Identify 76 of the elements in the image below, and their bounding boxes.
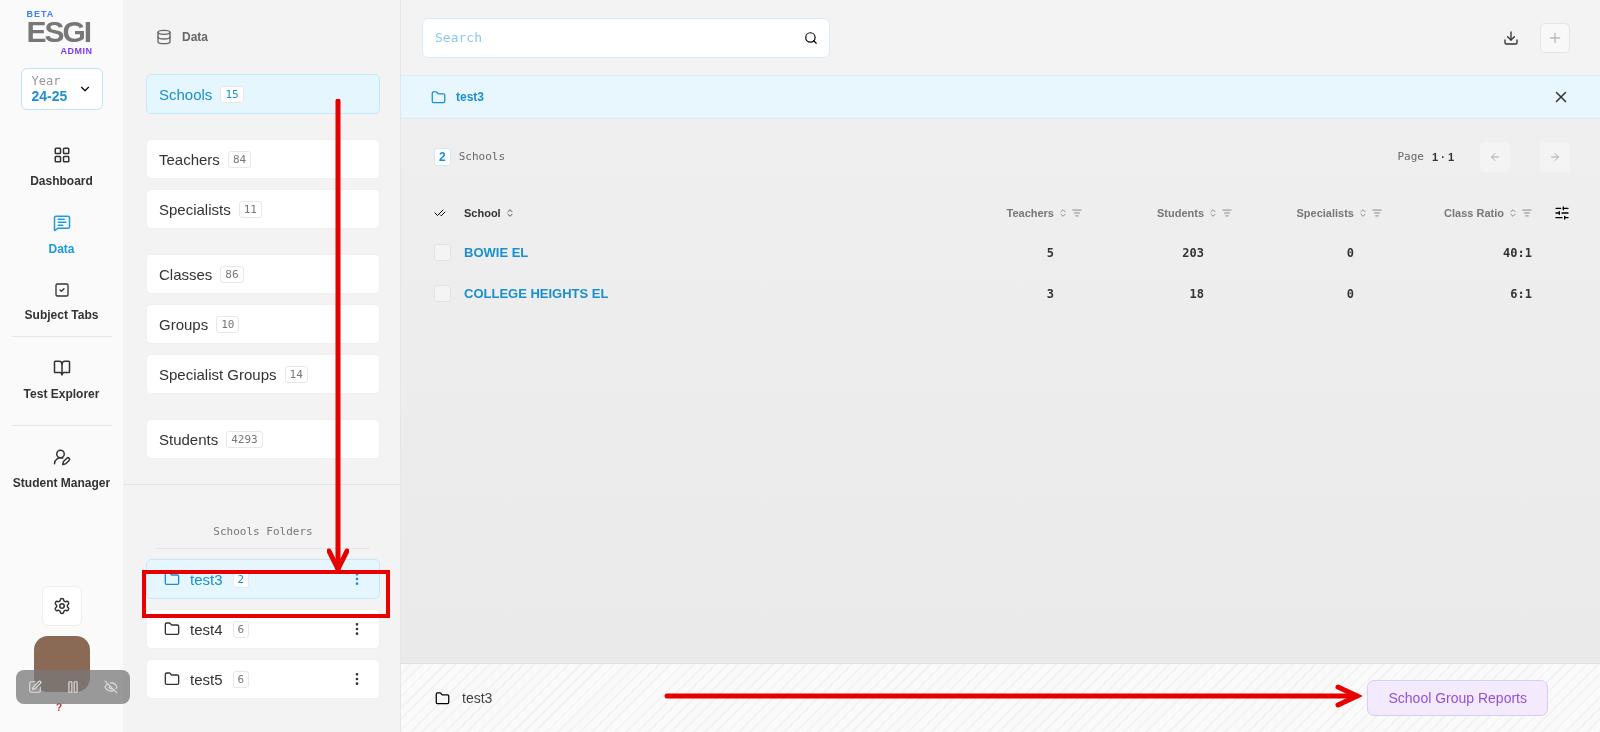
pause-icon <box>66 680 80 694</box>
sort-icon <box>1208 208 1218 218</box>
user-list-icon <box>52 448 71 466</box>
year-select[interactable]: Year 24-25 <box>20 68 103 110</box>
table-cell-text: 18 <box>1188 286 1205 301</box>
table-cell-text: 3 <box>1045 286 1055 301</box>
table-cell-text: 40:1 <box>1502 245 1532 260</box>
help-mark[interactable]: ? <box>56 702 63 713</box>
column-header[interactable]: Specialists <box>1232 207 1382 219</box>
database-icon <box>156 29 172 45</box>
count-badge: 6 <box>232 620 250 638</box>
column-header[interactable]: Class Ratio <box>1382 207 1532 219</box>
select-all-icon[interactable] <box>434 207 446 219</box>
settings-button[interactable] <box>41 586 82 626</box>
checkbox-icon <box>53 282 70 298</box>
logo: BETA ESGI ADMIN <box>26 10 94 56</box>
folder-name: test3 <box>462 690 493 706</box>
folder-icon <box>431 89 446 105</box>
column-header[interactable]: Students <box>1082 207 1232 219</box>
data-category-item[interactable]: Specialist Groups 14 <box>146 354 380 394</box>
search-field[interactable]: Search <box>422 17 830 58</box>
table-cell-text: 203 <box>1181 245 1205 260</box>
data-category-item[interactable]: Classes 86 <box>146 254 380 294</box>
nav-item[interactable]: Dashboard <box>11 134 112 202</box>
data-category-item[interactable]: Teachers 84 <box>146 139 380 179</box>
count-badge: 6 <box>232 670 250 688</box>
page-label: Page <box>1397 150 1424 163</box>
columns-settings-icon[interactable] <box>1554 205 1570 221</box>
count-badge: 10 <box>216 315 240 333</box>
sort-icon <box>504 208 515 218</box>
table-cell-text: 5 <box>1045 245 1055 260</box>
nav-item[interactable]: Subject Tabs <box>11 270 112 337</box>
sort-icon <box>1358 208 1368 218</box>
column-header[interactable]: Teachers <box>932 207 1082 219</box>
table-cell-text: 0 <box>1345 286 1355 301</box>
filter-icon <box>1522 208 1532 218</box>
folders-heading: Schools Folders <box>156 525 370 549</box>
edit-icon <box>28 680 42 694</box>
folder-item[interactable]: test4 6 <box>146 609 380 649</box>
folder-icon <box>435 690 450 706</box>
download-icon[interactable] <box>1503 29 1519 46</box>
count-badge: 15 <box>220 85 244 103</box>
sort-icon <box>1058 208 1068 218</box>
data-category-item[interactable]: Specialists 11 <box>146 189 380 229</box>
hidden-icon <box>104 680 118 694</box>
search-icon[interactable] <box>804 30 818 45</box>
data-category-item[interactable]: Groups 10 <box>146 304 380 344</box>
filter-icon <box>1072 208 1082 218</box>
nav-item[interactable]: Test Explorer <box>11 337 112 426</box>
folder-icon <box>164 671 180 687</box>
count-badge: 14 <box>284 365 308 383</box>
table-cell-text: 0 <box>1345 245 1355 260</box>
count-label: Schools <box>458 150 506 163</box>
grid-icon <box>52 146 71 164</box>
count-badge: 84 <box>227 150 252 168</box>
filter-icon <box>1222 208 1232 218</box>
count-badge: 86 <box>220 265 244 283</box>
settings-icon[interactable] <box>52 597 71 615</box>
reports-button[interactable]: School Group Reports <box>1367 680 1548 716</box>
nav-item[interactable]: Student Manager <box>11 426 112 514</box>
folder-item[interactable]: test5 6 <box>146 659 380 699</box>
count-badge: 4293 <box>226 430 263 448</box>
data-category-item[interactable]: Students 4293 <box>146 419 380 459</box>
data-category-item[interactable]: Schools 15 <box>146 74 380 114</box>
table-cell-text: 6:1 <box>1509 286 1532 301</box>
folder-icon <box>164 571 180 587</box>
count-badge: 11 <box>238 200 262 218</box>
page-indicator: 1 · 1 <box>1431 150 1454 163</box>
panel-title: Data <box>182 30 208 44</box>
sort-icon <box>1508 208 1518 218</box>
folder-name: test3 <box>456 90 484 104</box>
folder-icon <box>164 621 180 637</box>
filter-icon <box>1372 208 1382 218</box>
column-header[interactable]: School <box>464 207 932 219</box>
count-badge: 2 <box>434 147 451 166</box>
book-icon <box>52 359 71 377</box>
